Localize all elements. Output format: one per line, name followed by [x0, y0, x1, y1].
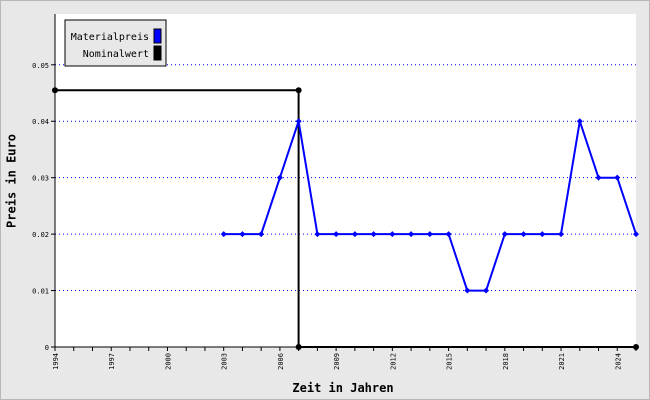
- x-tick-label: 2000: [164, 353, 172, 370]
- y-tick-label: 0.01: [32, 288, 49, 296]
- y-tick-label: 0: [45, 344, 49, 352]
- x-tick-label: 2012: [389, 353, 397, 370]
- y-tick-label: 0.04: [32, 118, 49, 126]
- y-tick-label: 0.03: [32, 175, 49, 183]
- y-tick-label: 0.02: [32, 231, 49, 239]
- x-tick-label: 2015: [446, 353, 454, 370]
- y-axis-label: Preis in Euro: [5, 134, 19, 228]
- legend-swatch-nominalwert: [153, 45, 162, 61]
- data-point: [295, 87, 302, 94]
- legend-swatch-materialpreis: [153, 28, 162, 44]
- y-axis-ticks: 0 0.01 0.02 0.03 0.04 0.05: [32, 62, 55, 352]
- x-tick-label: 1997: [108, 353, 116, 370]
- x-tick-label: 2009: [333, 353, 341, 370]
- line-chart: 1994 1997 2000 2003 2006 2009 2012 2015 2018 2021…: [5, 14, 639, 395]
- x-tick-label: 2024: [614, 353, 622, 370]
- legend-label-materialpreis: Materialpreis: [71, 32, 149, 43]
- legend: Materialpreis Nominalwert: [64, 19, 167, 67]
- x-tick-label: 2003: [221, 353, 229, 370]
- x-tick-label: 1994: [52, 353, 60, 370]
- y-tick-label: 0.05: [32, 62, 49, 70]
- x-tick-label: 2021: [558, 353, 566, 370]
- x-tick-label: 2006: [277, 353, 285, 370]
- legend-label-nominalwert: Nominalwert: [83, 49, 149, 60]
- x-axis-ticks: 1994 1997 2000 2003 2006 2009 2012 2015 2018 2021…: [52, 347, 637, 370]
- x-tick-label: 2018: [502, 353, 510, 370]
- x-axis-label: Zeit in Jahren: [292, 381, 393, 395]
